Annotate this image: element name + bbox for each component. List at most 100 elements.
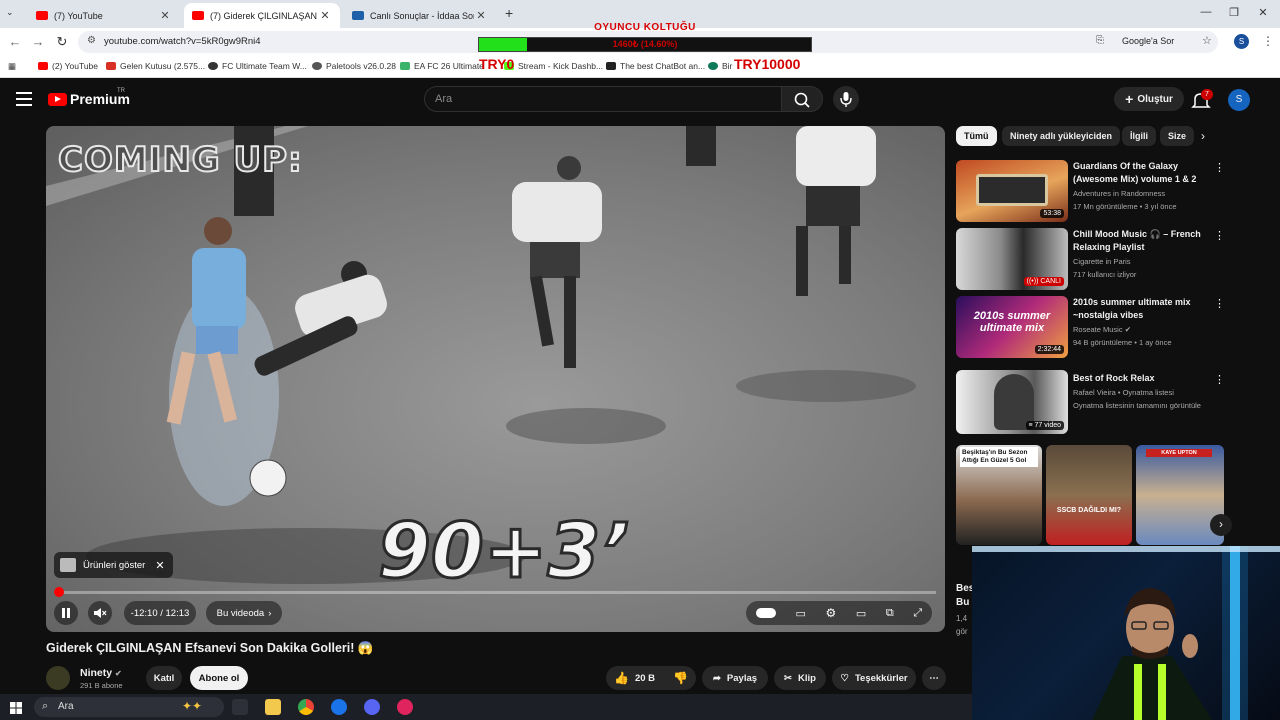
bookmark-star-icon[interactable]: ☆ bbox=[1202, 34, 1212, 47]
mute-button[interactable] bbox=[88, 601, 112, 625]
install-app-icon[interactable]: ⎘ bbox=[1096, 35, 1104, 46]
task-view-icon[interactable] bbox=[232, 699, 248, 715]
rec-channel-2[interactable]: Cigarette in Paris bbox=[1073, 257, 1131, 266]
bookmark-bir[interactable]: Bir bbox=[708, 61, 732, 71]
user-avatar[interactable]: S bbox=[1228, 89, 1250, 111]
chip-related[interactable]: İlgili bbox=[1122, 126, 1156, 146]
back-icon[interactable]: ← bbox=[5, 34, 25, 49]
close-tab-icon[interactable]: ✕ bbox=[474, 9, 488, 22]
rec-title-3[interactable]: 2010s summer ultimate mix ~nostalgia vib… bbox=[1073, 296, 1208, 321]
obs-icon[interactable] bbox=[397, 699, 413, 715]
video-player[interactable]: COMING UP: 90+3’ Ürünleri göster ✕ -12:1… bbox=[46, 126, 945, 632]
video-progress-bar[interactable] bbox=[56, 591, 936, 594]
theater-mode-icon[interactable]: ▭ bbox=[856, 607, 866, 620]
rec-title-2[interactable]: Chill Mood Music 🎧 – French Relaxing Pla… bbox=[1073, 228, 1208, 253]
chip-all[interactable]: Tümü bbox=[956, 126, 997, 146]
chrome-profile-avatar[interactable]: S bbox=[1234, 34, 1249, 49]
forward-icon[interactable]: → bbox=[28, 34, 48, 49]
short-thumbnail-1[interactable]: Beşiktaş'ın Bu Sezon Attığı En Güzel 5 G… bbox=[956, 445, 1042, 545]
channel-name[interactable]: Ninety ✔ bbox=[80, 667, 122, 679]
verified-icon: ✔ bbox=[115, 669, 122, 678]
chapter-button[interactable]: Bu videoda › bbox=[206, 601, 282, 625]
share-button[interactable]: ➦ Paylaş bbox=[702, 666, 768, 690]
tab-current-video[interactable]: (7) Giderek ÇILGINLAŞAN E ✕ bbox=[184, 3, 340, 28]
apps-grid-icon[interactable]: ▦ bbox=[8, 61, 16, 72]
bookmark-paletools[interactable]: Paletools v26.0.28 bbox=[312, 61, 396, 71]
create-button[interactable]: + Oluştur bbox=[1114, 87, 1184, 111]
tab-iddaa[interactable]: Canlı Sonuçlar - İddaa Sonuçlar ✕ bbox=[344, 3, 496, 28]
rec-meta-4[interactable]: Oynatma listesinin tamamını görüntüle bbox=[1073, 401, 1201, 410]
channel-avatar[interactable] bbox=[46, 666, 70, 690]
show-products-button[interactable]: Ürünleri göster ✕ bbox=[54, 552, 173, 578]
tab-title: Canlı Sonuçlar - İddaa Sonuçlar bbox=[370, 10, 474, 21]
close-tab-icon[interactable]: ✕ bbox=[318, 9, 332, 22]
like-count[interactable]: 20 B bbox=[635, 673, 655, 684]
tab-youtube-home[interactable]: (7) YouTube ✕ bbox=[28, 3, 180, 28]
video-scrubber-handle[interactable] bbox=[54, 587, 64, 597]
subscribe-button[interactable]: Abone ol bbox=[190, 666, 248, 690]
join-button[interactable]: Katıl bbox=[146, 666, 182, 690]
thanks-button[interactable]: ♡ Teşekkürler bbox=[832, 666, 916, 690]
restore-icon[interactable]: ❐ bbox=[1223, 6, 1245, 19]
close-tab-icon[interactable]: ✕ bbox=[158, 9, 172, 22]
short-caption-1: Beşiktaş'ın Bu Sezon Attığı En Güzel 5 G… bbox=[960, 447, 1038, 467]
rec-channel-3[interactable]: Roseate Music ✔ bbox=[1073, 325, 1131, 334]
bookmark-chatbot[interactable]: The best ChatBot an... bbox=[606, 61, 705, 71]
rec-more-icon[interactable]: ⋮ bbox=[1214, 297, 1225, 310]
bookmark-gmail[interactable]: Gelen Kutusu (2.575... bbox=[106, 61, 205, 71]
clip-button[interactable]: ✂ Klip bbox=[774, 666, 826, 690]
search-input[interactable]: Ara bbox=[424, 86, 782, 112]
rec-thumbnail-3[interactable]: 2010s summer ultimate mix 2:32:44 bbox=[956, 296, 1068, 358]
hamburger-menu-icon[interactable] bbox=[16, 92, 32, 110]
file-explorer-icon[interactable] bbox=[265, 699, 281, 715]
chrome-menu-icon[interactable]: ⋮ bbox=[1262, 34, 1274, 48]
rec-more-icon[interactable]: ⋮ bbox=[1214, 161, 1225, 174]
autoplay-toggle[interactable] bbox=[755, 608, 776, 618]
chip-from-uploader[interactable]: Ninety adlı yükleyiciden bbox=[1002, 126, 1121, 146]
ccleaner-icon[interactable] bbox=[331, 699, 347, 715]
short-thumbnail-2[interactable]: SSCB DAĞILDI MI? bbox=[1046, 445, 1132, 545]
chrome-taskbar-icon[interactable] bbox=[298, 699, 314, 715]
bookmark-fc-ultimate[interactable]: FC Ultimate Team W... bbox=[208, 61, 307, 71]
close-window-icon[interactable]: ✕ bbox=[1252, 6, 1274, 19]
shorts-next-icon[interactable]: › bbox=[1210, 514, 1232, 536]
thumbs-down-icon[interactable]: 👎 bbox=[673, 671, 688, 685]
google-sor-button[interactable]: Google'a Sor bbox=[1122, 36, 1174, 46]
search-button[interactable] bbox=[781, 86, 823, 112]
settings-gear-icon[interactable]: ⚙ bbox=[825, 606, 836, 620]
rec-title-1[interactable]: Guardians Of the Galaxy (Awesome Mix) vo… bbox=[1073, 160, 1208, 185]
next-item-title-fragment-2[interactable]: Bu bbox=[956, 597, 969, 608]
bookmark-kick[interactable]: Stream - Kick Dashb... bbox=[504, 61, 603, 71]
taskbar-search[interactable]: ⌕ Ara ✦✦ bbox=[34, 697, 224, 717]
rec-more-icon[interactable]: ⋮ bbox=[1214, 229, 1225, 242]
subtitles-icon[interactable]: ▭ bbox=[795, 607, 805, 620]
fullscreen-icon[interactable]: ⤢ bbox=[913, 607, 922, 620]
thumbs-up-icon[interactable]: 👍 bbox=[614, 671, 629, 685]
rec-more-icon[interactable]: ⋮ bbox=[1214, 373, 1225, 386]
chapter-label: Bu videoda bbox=[216, 607, 265, 619]
youtube-favicon-icon bbox=[36, 11, 48, 20]
rec-title-4[interactable]: Best of Rock Relax bbox=[1073, 372, 1208, 385]
rec-channel-4[interactable]: Rafael Vieira • Oynatma listesi bbox=[1073, 388, 1174, 397]
chips-next-chevron-icon[interactable]: › bbox=[1201, 129, 1205, 143]
bookmark-youtube[interactable]: (2) YouTube bbox=[38, 61, 98, 71]
new-tab-button[interactable]: + bbox=[505, 5, 513, 21]
site-info-icon[interactable]: ⚙ bbox=[87, 35, 96, 46]
more-actions-button[interactable]: ⋯ bbox=[922, 666, 946, 690]
video-title: Giderek ÇILGINLAŞAN Efsanevi Son Dakika … bbox=[46, 641, 374, 655]
bookmark-ea-fc[interactable]: EA FC 26 Ultimate bbox=[400, 61, 484, 71]
tab-search-chevron-icon[interactable]: ⌄ bbox=[6, 7, 14, 18]
cast-icon[interactable]: ⧉ bbox=[886, 607, 894, 620]
discord-icon[interactable] bbox=[364, 699, 380, 715]
rec-channel-1[interactable]: Adventures in Randomness bbox=[1073, 189, 1165, 198]
voice-search-button[interactable] bbox=[833, 86, 859, 112]
minimize-icon[interactable]: — bbox=[1195, 6, 1217, 18]
reload-icon[interactable]: ↻ bbox=[52, 34, 72, 50]
rec-thumbnail-2[interactable]: ((•)) CANLI bbox=[956, 228, 1068, 290]
chip-for-you[interactable]: Size bbox=[1160, 126, 1194, 146]
rec-thumbnail-4[interactable]: ≡ 77 video bbox=[956, 370, 1068, 434]
close-products-icon[interactable]: ✕ bbox=[155, 559, 164, 572]
windows-start-icon[interactable] bbox=[10, 701, 22, 714]
pause-button[interactable] bbox=[54, 601, 78, 625]
rec-thumbnail-1[interactable]: 53:38 bbox=[956, 160, 1068, 222]
